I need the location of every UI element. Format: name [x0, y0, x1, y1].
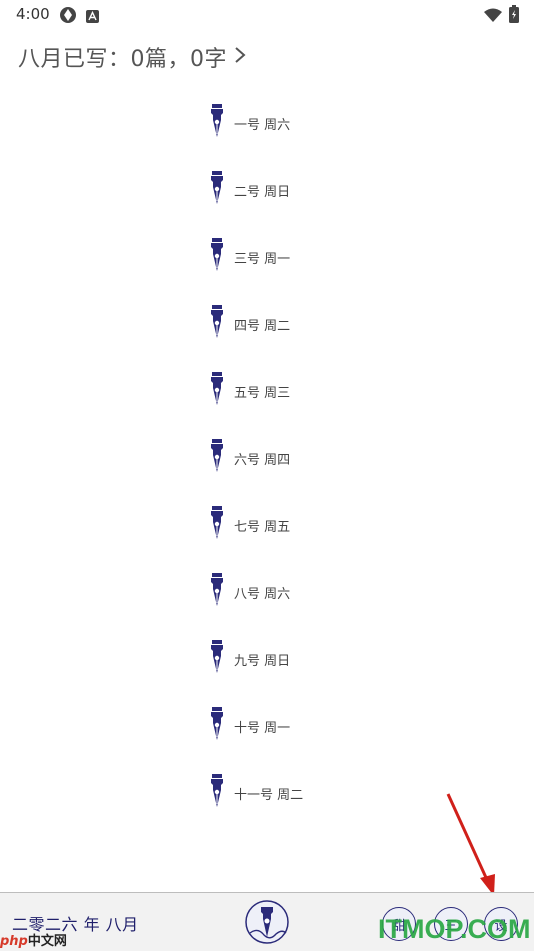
day-entry[interactable]: 六号 周四 [208, 439, 291, 477]
fountain-pen-icon [208, 238, 226, 276]
fountain-pen-icon [208, 640, 226, 678]
chevron-right-icon [233, 45, 247, 69]
day-entry-label: 四号 周二 [234, 318, 291, 334]
fountain-pen-icon [208, 372, 226, 410]
php-watermark: php中文网 [0, 930, 67, 949]
fountain-pen-icon [208, 707, 226, 745]
day-entry[interactable]: 一号 周六 [208, 104, 291, 142]
fountain-pen-emblem-icon [245, 900, 289, 944]
day-entry[interactable]: 十一号 周二 [208, 774, 304, 812]
wifi-icon [484, 7, 502, 26]
day-entry[interactable]: 九号 周日 [208, 640, 291, 678]
fountain-pen-icon [208, 774, 226, 812]
day-entry-label: 七号 周五 [234, 519, 291, 535]
day-entry-label: 六号 周四 [234, 452, 291, 468]
status-time: 4:00 [16, 5, 50, 23]
fountain-pen-emblem-button[interactable] [244, 899, 290, 945]
day-entry[interactable]: 五号 周三 [208, 372, 291, 410]
day-entry[interactable]: 八号 周六 [208, 573, 291, 611]
itmop-watermark: ITMOP.COM [378, 914, 531, 944]
fountain-pen-icon [208, 506, 226, 544]
day-entry-label: 一号 周六 [234, 117, 291, 133]
month-summary-text: 八月已写：0篇，0字 [18, 47, 227, 72]
status-bar: 4:00 [0, 0, 534, 30]
fountain-pen-icon [208, 171, 226, 209]
day-entry[interactable]: 七号 周五 [208, 506, 291, 544]
day-entry-label: 二号 周日 [234, 184, 291, 200]
day-entry[interactable]: 二号 周日 [208, 171, 291, 209]
day-entry-label: 五号 周三 [234, 385, 291, 401]
day-entry-label: 八号 周六 [234, 586, 291, 602]
battery-icon [509, 5, 519, 27]
fountain-pen-icon [208, 305, 226, 343]
sync-icon [59, 6, 77, 28]
month-summary-link[interactable]: 八月已写：0篇，0字 [18, 40, 247, 74]
day-entry-label: 十一号 周二 [234, 787, 304, 803]
day-entry[interactable]: 四号 周二 [208, 305, 291, 343]
day-entry-label: 十号 周一 [234, 720, 291, 736]
day-entry-label: 三号 周一 [234, 251, 291, 267]
fountain-pen-icon [208, 104, 226, 142]
day-entry-label: 九号 周日 [234, 653, 291, 669]
php-watermark-php: php [0, 934, 28, 949]
day-entry[interactable]: 十号 周一 [208, 707, 291, 745]
fountain-pen-icon [208, 439, 226, 477]
accessibility-icon [86, 8, 99, 27]
day-entry[interactable]: 三号 周一 [208, 238, 291, 276]
annotation-arrow [446, 793, 495, 896]
php-watermark-cn: 中文网 [27, 934, 67, 949]
fountain-pen-icon [208, 573, 226, 611]
